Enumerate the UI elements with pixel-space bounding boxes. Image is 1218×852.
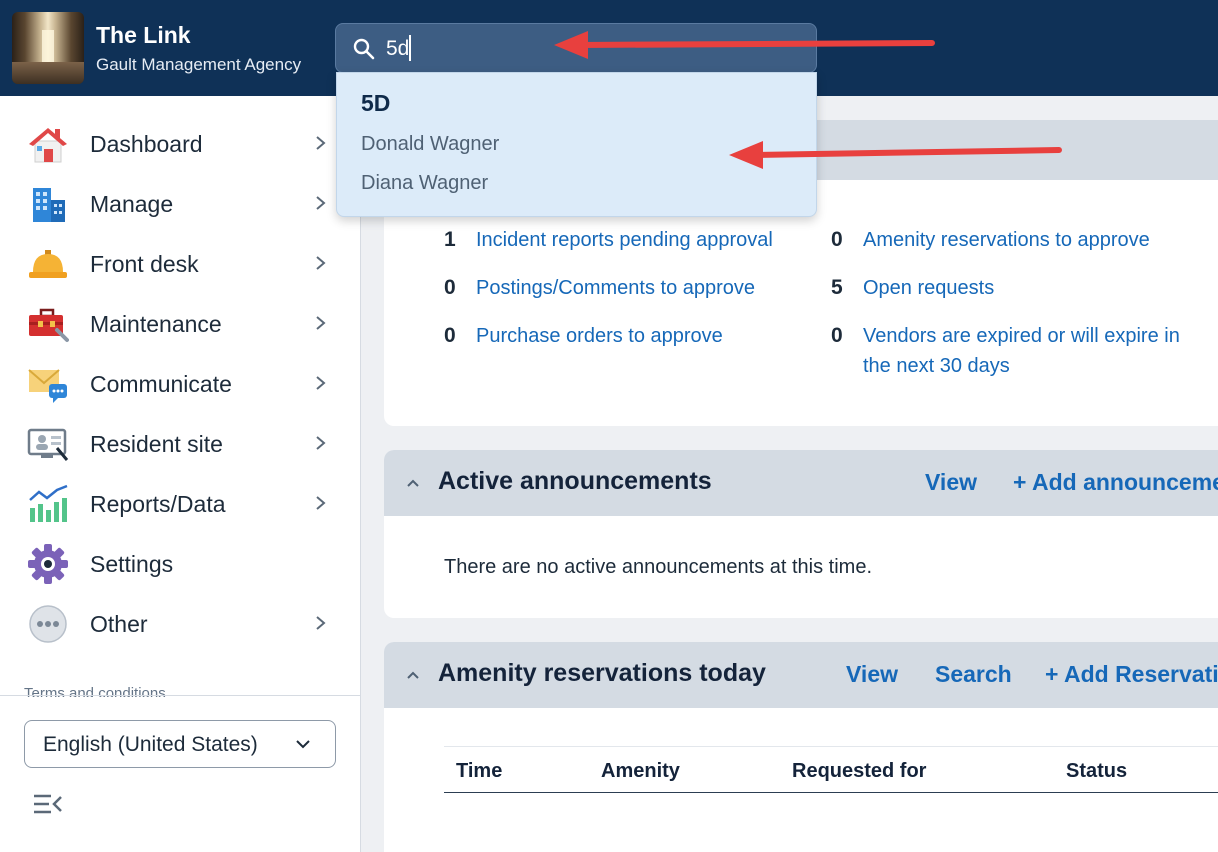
- chevron-right-icon: [316, 376, 326, 390]
- card-header: Amenity reservations today View Search +…: [384, 642, 1218, 708]
- search-result-item[interactable]: Diana Wagner: [361, 172, 488, 195]
- gear-icon: [28, 544, 68, 584]
- column-header-amenity[interactable]: Amenity: [601, 760, 680, 783]
- envelope-chat-icon: [28, 369, 67, 403]
- building-logo-image[interactable]: [12, 12, 84, 84]
- building-icon: [33, 188, 65, 222]
- monitor-icon: [27, 428, 69, 461]
- sidebar-item-manage[interactable]: Manage: [0, 174, 360, 234]
- text-cursor: [409, 35, 411, 61]
- open-requests-link[interactable]: Open requests: [863, 273, 1208, 303]
- stat-count: 0: [444, 276, 456, 299]
- collapse-sidebar-icon[interactable]: [33, 793, 63, 815]
- postings-comments-link[interactable]: Postings/Comments to approve: [476, 273, 816, 303]
- sidebar-item-label: Manage: [90, 191, 174, 217]
- sidebar-item-resident-site[interactable]: Resident site: [0, 414, 360, 474]
- stat-count: 5: [831, 276, 843, 299]
- sidebar-item-dashboard[interactable]: Dashboard: [0, 114, 360, 174]
- card-title: Amenity reservations today: [438, 659, 766, 687]
- app-subtitle: Gault Management Agency: [96, 55, 302, 74]
- amenity-reservations-link[interactable]: Amenity reservations to approve: [863, 225, 1208, 255]
- amenity-reservations-card: Amenity reservations today View Search +…: [384, 642, 1218, 852]
- table-header-divider: [444, 792, 1218, 793]
- search-result-unit[interactable]: 5D: [361, 90, 390, 117]
- search-result-item[interactable]: Donald Wagner: [361, 133, 499, 156]
- sidebar-item-label: Reports/Data: [90, 491, 226, 517]
- chart-icon: [29, 484, 68, 522]
- card-title: Active announcements: [438, 467, 712, 495]
- chevron-right-icon: [316, 496, 326, 510]
- add-announcement-link[interactable]: + Add announcement: [1013, 469, 1218, 496]
- collapse-caret-icon[interactable]: [406, 478, 420, 488]
- sidebar-item-front-desk[interactable]: Front desk: [0, 234, 360, 294]
- app-title: The Link: [96, 22, 191, 48]
- sidebar: Dashboard Manage Front desk Maintenance …: [0, 96, 361, 852]
- view-announcements-link[interactable]: View: [925, 469, 977, 496]
- language-value: English (United States): [43, 733, 258, 756]
- search-results-dropdown: 5D Donald Wagner Diana Wagner: [336, 72, 817, 217]
- toolbox-icon: [29, 308, 69, 342]
- search-icon: [353, 38, 375, 60]
- bell-icon: [29, 250, 67, 278]
- column-header-time[interactable]: Time: [456, 760, 502, 783]
- add-reservation-link[interactable]: + Add Reservation: [1045, 661, 1218, 688]
- chevron-down-icon: [296, 740, 310, 749]
- stat-count: 0: [444, 324, 456, 347]
- view-reservations-link[interactable]: View: [846, 661, 898, 688]
- sidebar-item-other[interactable]: Other: [0, 594, 360, 654]
- chevron-right-icon: [316, 316, 326, 330]
- empty-announcements-message: There are no active announcements at thi…: [444, 556, 873, 578]
- announcements-card: Active announcements View + Add announce…: [384, 450, 1218, 618]
- card-header: Active announcements View + Add announce…: [384, 450, 1218, 516]
- language-select[interactable]: English (United States): [24, 720, 336, 768]
- search-input[interactable]: [386, 32, 806, 66]
- stat-count: 0: [831, 228, 843, 251]
- house-icon: [29, 128, 67, 163]
- sidebar-item-label: Other: [90, 611, 148, 637]
- column-header-requested-for[interactable]: Requested for: [792, 760, 926, 783]
- sidebar-item-communicate[interactable]: Communicate: [0, 354, 360, 414]
- chevron-right-icon: [316, 616, 326, 630]
- more-icon: [29, 605, 67, 643]
- collapse-caret-icon[interactable]: [406, 670, 420, 680]
- search-box[interactable]: [335, 23, 817, 73]
- sidebar-item-maintenance[interactable]: Maintenance: [0, 294, 360, 354]
- sidebar-item-label: Communicate: [90, 371, 232, 397]
- sidebar-item-label: Front desk: [90, 251, 199, 277]
- sidebar-item-settings[interactable]: Settings: [0, 534, 360, 594]
- column-header-status[interactable]: Status: [1066, 760, 1127, 783]
- chevron-right-icon: [316, 436, 326, 450]
- table-top-border: [444, 746, 1218, 747]
- incident-reports-link[interactable]: Incident reports pending approval: [476, 225, 816, 255]
- divider: [0, 695, 360, 696]
- stat-count: 1: [444, 228, 456, 251]
- chevron-right-icon: [316, 256, 326, 270]
- purchase-orders-link[interactable]: Purchase orders to approve: [476, 321, 816, 351]
- vendors-expiring-link[interactable]: Vendors are expired or will expire in th…: [863, 321, 1208, 381]
- search-reservations-link[interactable]: Search: [935, 661, 1012, 688]
- chevron-right-icon: [316, 136, 326, 150]
- sidebar-item-reports-data[interactable]: Reports/Data: [0, 474, 360, 534]
- sidebar-item-label: Dashboard: [90, 131, 203, 157]
- sidebar-item-label: Resident site: [90, 431, 223, 457]
- chevron-right-icon: [316, 196, 326, 210]
- sidebar-item-label: Settings: [90, 551, 174, 577]
- stat-count: 0: [831, 324, 843, 347]
- sidebar-item-label: Maintenance: [90, 311, 222, 337]
